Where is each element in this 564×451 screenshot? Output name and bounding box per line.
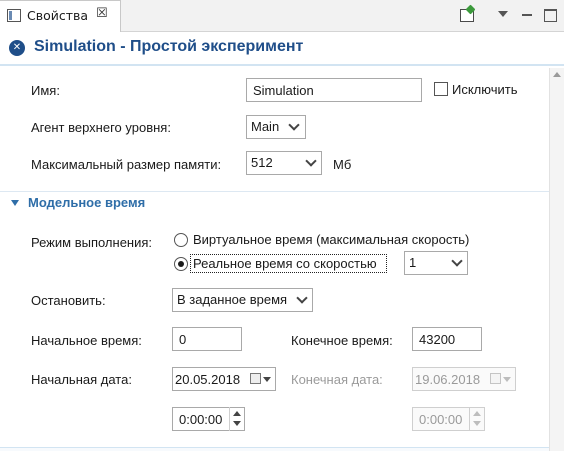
- name-input[interactable]: Simulation: [246, 78, 422, 102]
- start-clock-spinner[interactable]: [229, 407, 243, 431]
- end-date-value: 19.06.2018: [415, 372, 481, 387]
- maximize-icon[interactable]: [542, 6, 560, 24]
- max-memory-label: Максимальный размер памяти:: [31, 157, 222, 172]
- max-memory-unit: Мб: [333, 157, 352, 172]
- collapse-triangle-icon[interactable]: [11, 200, 19, 206]
- minimize-icon[interactable]: [519, 6, 537, 24]
- calendar-icon: [490, 373, 501, 384]
- speed-select[interactable]: 1: [404, 251, 468, 275]
- vertical-scrollbar[interactable]: [549, 68, 564, 451]
- scroll-up-icon[interactable]: [553, 72, 561, 77]
- tab-label: Свойства: [27, 8, 89, 23]
- start-time-input[interactable]: 0: [172, 327, 242, 351]
- chevron-down-icon: [503, 377, 511, 382]
- chevron-down-icon: [296, 292, 308, 304]
- radio-real-time-label: Реальное время со скоростью: [193, 256, 377, 271]
- start-time-label: Начальное время:: [31, 333, 142, 348]
- max-memory-select[interactable]: 512: [246, 151, 322, 175]
- chevron-down-icon: [451, 255, 463, 267]
- exclude-label: Исключить: [452, 82, 518, 97]
- tab-properties[interactable]: Свойства ☒: [0, 0, 121, 32]
- properties-icon: [7, 9, 21, 22]
- start-date-value: 20.05.2018: [175, 372, 241, 387]
- calendar-icon: [250, 373, 261, 384]
- end-date-calendar-button: [487, 368, 513, 390]
- next-section-divider: [0, 447, 549, 451]
- experiment-icon: ✕: [9, 40, 25, 56]
- page-title: Simulation - Простой эксперимент: [34, 38, 304, 55]
- end-time-input[interactable]: 43200: [412, 327, 482, 351]
- stop-value: В заданное время: [177, 292, 288, 307]
- stop-label: Остановить:: [31, 293, 106, 308]
- open-view-icon[interactable]: [458, 6, 476, 24]
- start-date-label: Начальная дата:: [31, 372, 132, 387]
- start-clock-value: 0:00:00: [179, 412, 223, 427]
- speed-value: 1: [409, 255, 417, 270]
- end-clock-spinner: [469, 407, 483, 431]
- top-agent-select[interactable]: Main: [246, 115, 306, 139]
- chevron-down-icon: [305, 155, 317, 167]
- chevron-down-icon: [263, 377, 271, 382]
- exclude-checkbox[interactable]: [434, 82, 448, 96]
- view-tab-bar: Свойства ☒: [0, 0, 564, 32]
- radio-virtual-time[interactable]: [174, 233, 188, 247]
- max-memory-value: 512: [251, 155, 273, 170]
- end-clock-value: 0:00:00: [419, 412, 463, 427]
- view-menu-icon[interactable]: [495, 6, 513, 24]
- top-agent-label: Агент верхнего уровня:: [31, 120, 171, 135]
- radio-virtual-time-label: Виртуальное время (максимальная скорость…: [193, 232, 470, 247]
- stop-select[interactable]: В заданное время: [172, 288, 313, 312]
- section-title: Модельное время: [28, 195, 146, 210]
- chevron-down-icon: [288, 119, 300, 131]
- end-time-label: Конечное время:: [291, 333, 393, 348]
- properties-header: ✕ Simulation - Простой эксперимент: [0, 33, 564, 66]
- name-label: Имя:: [31, 83, 60, 98]
- top-agent-value: Main: [251, 119, 280, 134]
- section-model-time[interactable]: Модельное время: [0, 191, 549, 215]
- radio-real-time[interactable]: [174, 257, 188, 271]
- end-date-label: Конечная дата:: [291, 372, 383, 387]
- start-date-calendar-button[interactable]: [247, 368, 273, 390]
- exec-mode-label: Режим выполнения:: [31, 235, 153, 250]
- close-icon[interactable]: ☒: [96, 6, 108, 21]
